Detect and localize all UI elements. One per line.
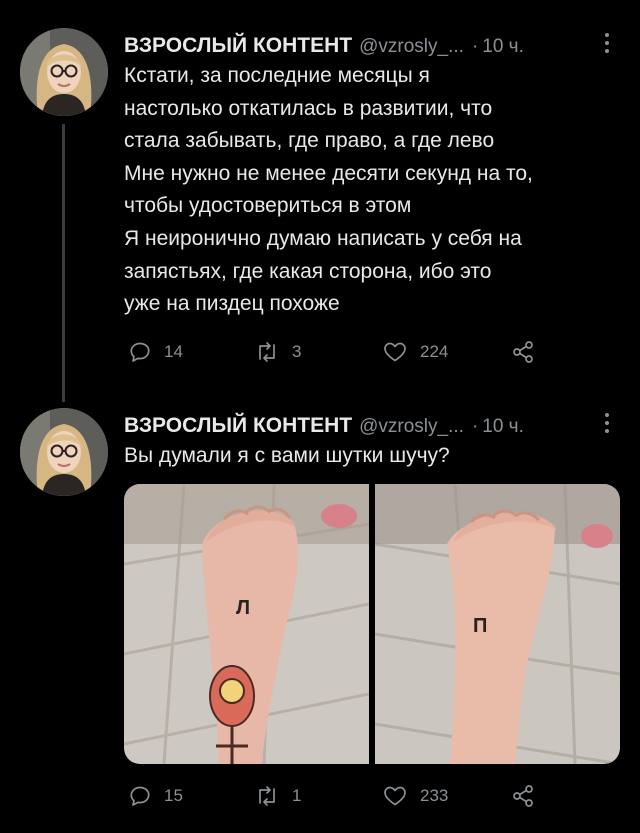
photo-right-wrist[interactable]: П: [375, 484, 620, 764]
share-icon: [513, 341, 533, 363]
share-button[interactable]: [510, 784, 536, 808]
reply-button[interactable]: 14: [128, 340, 183, 364]
share-icon: [513, 785, 533, 807]
left-wrist-mark: Л: [236, 597, 250, 619]
retweet-button[interactable]: 3: [254, 340, 301, 364]
reply-count: 14: [164, 342, 183, 361]
like-button[interactable]: 233: [382, 784, 448, 808]
more-icon[interactable]: [604, 413, 610, 433]
separator-dot: ·: [471, 416, 479, 437]
retweet-icon: [259, 786, 275, 806]
right-wrist-mark: П: [473, 615, 487, 637]
tweet-text: Кстати, за последние месяцы я настолько …: [124, 60, 624, 321]
avatar-image: [20, 28, 108, 116]
tweet-text-line: Вы думали я с вами шутки шучу?: [124, 444, 450, 467]
separator-dot: ·: [471, 36, 479, 57]
tweet-text-line: чтобы удостовериться в этом: [124, 194, 412, 218]
tweet-text-line: Мне нужно не менее десяти секунд на то,: [124, 161, 533, 185]
tweet-actions: 14 3 224: [124, 340, 544, 370]
tweet-actions: 15 1 233: [124, 784, 544, 814]
photo-left-wrist[interactable]: Л: [124, 484, 369, 764]
tweet-text-line: запястьях, где какая сторона, ибо это: [124, 259, 492, 283]
like-button[interactable]: 224: [382, 340, 448, 364]
tweet-time[interactable]: 10 ч.: [482, 416, 524, 438]
author-handle[interactable]: @vzrosly_...: [359, 416, 464, 438]
tweet-text-line: настолько откатилась в развитии, что: [124, 96, 493, 120]
tweet-media[interactable]: Л П: [124, 484, 620, 764]
thread-line: [62, 124, 65, 402]
left-wrist-photo: Л: [124, 484, 369, 764]
tweet-text-line: Кстати, за последние месяцы я: [124, 64, 430, 87]
retweet-button[interactable]: 1: [254, 784, 301, 808]
tweet-text-line: уже на пиздец похоже: [124, 292, 340, 316]
author-name[interactable]: ВЗРОСЛЫЙ КОНТЕНТ: [124, 414, 352, 438]
avatar[interactable]: [20, 28, 108, 116]
share-button[interactable]: [510, 340, 536, 364]
heart-icon: [384, 342, 406, 362]
retweet-count: 3: [292, 342, 302, 361]
reply-icon: [130, 786, 150, 806]
retweet-icon: [259, 342, 275, 362]
reply-icon: [130, 342, 150, 362]
reply-count: 15: [164, 786, 183, 805]
right-wrist-photo: П: [375, 484, 620, 764]
like-count: 224: [420, 342, 449, 361]
retweet-count: 1: [292, 786, 302, 805]
reply-button[interactable]: 15: [128, 784, 183, 808]
like-count: 233: [420, 786, 449, 805]
avatar[interactable]: [20, 408, 108, 496]
heart-icon: [384, 786, 406, 806]
avatar-image: [20, 408, 108, 496]
tweet-text-line: Я неиронично думаю написать у себя на: [124, 226, 522, 250]
tweet-text-line: стала забывать, где право, а где лево: [124, 129, 495, 153]
tweet-text: Вы думали я с вами шутки шучу?: [124, 440, 624, 473]
author-name[interactable]: ВЗРОСЛЫЙ КОНТЕНТ: [124, 34, 352, 58]
tweet-1[interactable]: ВЗРОСЛЫЙ КОНТЕНТ @vzrosly_... · 10 ч. Кс…: [0, 0, 640, 402]
author-handle[interactable]: @vzrosly_...: [359, 36, 464, 58]
tweet-time[interactable]: 10 ч.: [482, 36, 524, 58]
more-icon[interactable]: [604, 33, 610, 53]
